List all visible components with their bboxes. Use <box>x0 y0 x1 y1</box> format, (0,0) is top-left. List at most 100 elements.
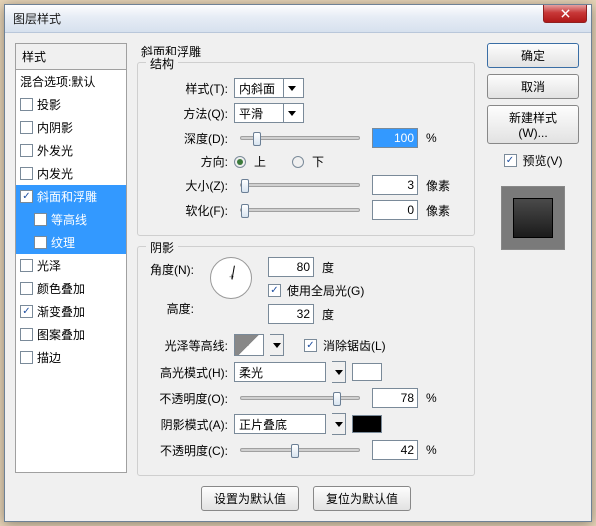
direction-up-radio[interactable] <box>234 156 246 168</box>
ok-button[interactable]: 确定 <box>487 43 579 68</box>
checkbox[interactable] <box>20 351 33 364</box>
cancel-button[interactable]: 取消 <box>487 74 579 99</box>
style-label: 斜面和浮雕 <box>37 188 97 205</box>
preview-label: 预览(V) <box>523 152 563 169</box>
preview-thumbnail <box>501 186 565 250</box>
checkbox[interactable] <box>34 213 47 226</box>
global-light-label: 使用全局光(G) <box>287 282 364 299</box>
close-icon <box>561 9 570 18</box>
make-default-button[interactable]: 设置为默认值 <box>201 486 299 511</box>
angle-field[interactable]: 80 <box>268 257 314 277</box>
checkbox[interactable] <box>34 236 47 249</box>
highlight-opacity-label: 不透明度(O): <box>150 390 228 407</box>
shadow-opacity-field[interactable]: 42 <box>372 440 418 460</box>
chevron-down-icon[interactable] <box>270 334 284 356</box>
style-item-gradientoverlay[interactable]: ✓ 渐变叠加 <box>16 300 126 323</box>
select-value: 正片叠底 <box>239 416 287 433</box>
shading-group: 阴影 角度(N): 高度: 80度 ✓使用全局光(G) 32度 光泽等高线: <box>137 246 475 476</box>
style-item-outerglow[interactable]: 外发光 <box>16 139 126 162</box>
styles-sidebar: 样式 混合选项:默认 投影 内阴影 外发光 内发光 ✓斜面和浮雕 等高线 纹理 … <box>15 43 127 511</box>
soften-label: 软化(F): <box>150 202 228 219</box>
direction-label: 方向: <box>150 153 228 170</box>
style-label: 渐变叠加 <box>37 303 85 320</box>
close-button[interactable] <box>543 5 587 23</box>
soften-slider[interactable] <box>240 208 360 212</box>
angle-label: 角度(N): <box>150 261 194 278</box>
style-item-stroke[interactable]: 描边 <box>16 346 126 369</box>
highlight-mode-label: 高光模式(H): <box>150 364 228 381</box>
structure-group: 结构 样式(T): 内斜面 方法(Q): 平滑 深度(D): 100% 方向: … <box>137 62 475 236</box>
technique-select[interactable]: 平滑 <box>234 103 304 123</box>
gloss-contour-picker[interactable] <box>234 334 264 356</box>
direction-down-radio[interactable] <box>292 156 304 168</box>
altitude-field[interactable]: 32 <box>268 304 314 324</box>
percent-unit: % <box>426 391 437 405</box>
highlight-mode-select[interactable]: 柔光 <box>234 362 326 382</box>
dir-down-label: 下 <box>312 153 324 170</box>
dir-up-label: 上 <box>254 153 266 170</box>
layer-style-dialog: 图层样式 样式 混合选项:默认 投影 内阴影 外发光 内发光 ✓ 斜面和浮雕 等高… <box>4 4 592 522</box>
chevron-down-icon[interactable] <box>332 361 346 383</box>
checkbox[interactable]: ✓ <box>20 305 33 318</box>
checkbox[interactable] <box>20 121 33 134</box>
titlebar[interactable]: 图层样式 <box>5 5 591 33</box>
style-label: 纹理 <box>51 234 75 251</box>
shadow-mode-label: 阴影模式(A): <box>150 416 228 433</box>
altitude-unit: 度 <box>322 306 334 323</box>
checkbox[interactable] <box>20 259 33 272</box>
shadow-color-swatch[interactable] <box>352 415 382 433</box>
shading-label: 阴影 <box>146 239 178 256</box>
depth-unit: % <box>426 131 437 145</box>
technique-label: 方法(Q): <box>150 105 228 122</box>
checkbox[interactable]: ✓ <box>20 190 33 203</box>
depth-field[interactable]: 100 <box>372 128 418 148</box>
new-style-button[interactable]: 新建样式(W)... <box>487 105 579 144</box>
reset-default-button[interactable]: 复位为默认值 <box>313 486 411 511</box>
style-item-bevel[interactable]: ✓ 斜面和浮雕 <box>16 185 126 208</box>
checkbox[interactable] <box>20 167 33 180</box>
style-item-dropshadow[interactable]: 投影 <box>16 93 126 116</box>
style-item-satin[interactable]: 光泽 <box>16 254 126 277</box>
chevron-down-icon[interactable] <box>332 413 346 435</box>
size-slider[interactable] <box>240 183 360 187</box>
shadow-mode-select[interactable]: 正片叠底 <box>234 414 326 434</box>
highlight-opacity-field[interactable]: 78 <box>372 388 418 408</box>
altitude-label: 高度: <box>167 300 194 317</box>
style-item-coloroverlay[interactable]: 颜色叠加 <box>16 277 126 300</box>
style-item-innershadow[interactable]: 内阴影 <box>16 116 126 139</box>
style-item-contour[interactable]: 等高线 <box>16 208 126 231</box>
select-value: 平滑 <box>239 105 263 122</box>
antialias-label: 消除锯齿(L) <box>323 337 386 354</box>
panel-title: 斜面和浮雕 <box>137 43 475 60</box>
depth-label: 深度(D): <box>150 130 228 147</box>
style-item-texture[interactable]: 纹理 <box>16 231 126 254</box>
style-type-label: 样式(T): <box>150 80 228 97</box>
depth-slider[interactable] <box>240 136 360 140</box>
style-label: 等高线 <box>51 211 87 228</box>
checkbox[interactable] <box>20 282 33 295</box>
global-light-checkbox[interactable]: ✓ <box>268 284 281 297</box>
angle-unit: 度 <box>322 259 334 276</box>
soften-field[interactable]: 0 <box>372 200 418 220</box>
style-label: 描边 <box>37 349 61 366</box>
preview-checkbox[interactable]: ✓ <box>504 154 517 167</box>
checkbox[interactable] <box>20 328 33 341</box>
style-label: 内阴影 <box>37 119 73 136</box>
style-item-innerglow[interactable]: 内发光 <box>16 162 126 185</box>
style-label: 颜色叠加 <box>37 280 85 297</box>
shadow-opacity-slider[interactable] <box>240 448 360 452</box>
select-value: 柔光 <box>239 364 263 381</box>
size-field[interactable]: 3 <box>372 175 418 195</box>
percent-unit: % <box>426 443 437 457</box>
style-item-patternoverlay[interactable]: 图案叠加 <box>16 323 126 346</box>
select-value: 内斜面 <box>239 80 275 97</box>
checkbox[interactable] <box>20 144 33 157</box>
style-type-select[interactable]: 内斜面 <box>234 78 304 98</box>
blend-options-row[interactable]: 混合选项:默认 <box>16 70 126 93</box>
antialias-checkbox[interactable]: ✓ <box>304 339 317 352</box>
angle-dial[interactable] <box>210 257 252 299</box>
highlight-opacity-slider[interactable] <box>240 396 360 400</box>
highlight-color-swatch[interactable] <box>352 363 382 381</box>
checkbox[interactable] <box>20 98 33 111</box>
styles-header[interactable]: 样式 <box>16 44 126 70</box>
